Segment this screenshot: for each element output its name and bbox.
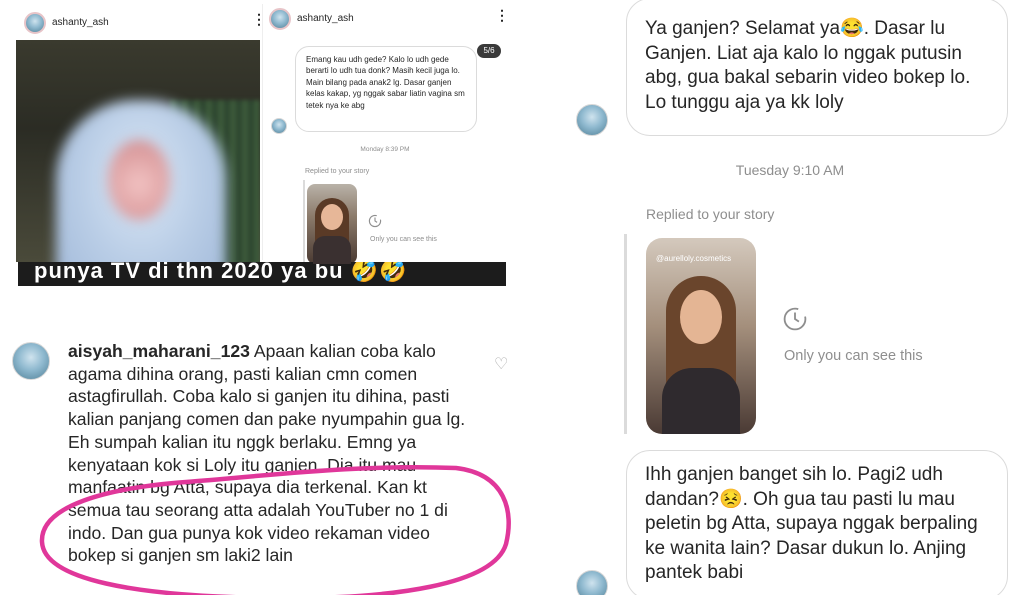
kebab-icon[interactable]: ⋮ [495,8,509,22]
avatar[interactable] [12,342,50,380]
avatar[interactable] [269,8,291,30]
comment-username[interactable]: aisyah_maharani_123 [68,341,250,361]
comment-item: aisyah_maharani_123 Apaan kalian coba ka… [8,336,508,591]
message-bubble: Emang kau udh gede? Kalo lo udh gede ber… [295,46,477,132]
clock-icon [368,214,382,228]
story-thumbnail[interactable]: @aurelloly.cosmetics [646,238,756,434]
only-you-label: Only you can see this [784,348,923,364]
story-thumbnail[interactable] [307,184,357,264]
replied-label: Replied to your story [646,206,775,222]
dm-thread-panel: Ya ganjen? Selamat ya😂. Dasar lu Ganjen.… [556,0,1024,595]
heart-icon[interactable]: ♡ [494,354,508,374]
message-timestamp: Monday 8:39 PM [360,146,410,153]
reply-bar [624,234,627,434]
replied-label: Replied to your story [305,168,370,175]
message-timestamp: Tuesday 9:10 AM [735,162,845,178]
comment-text: Apaan kalian coba kalo agama dihina oran… [68,341,466,566]
reply-bar [303,180,305,264]
story-tag: @aurelloly.cosmetics [656,254,732,263]
username[interactable]: ashanty_ash [297,13,354,24]
message-bubble: Ya ganjen? Selamat ya😂. Dasar lu Ganjen.… [626,0,1008,136]
page-counter-badge: 5/6 [477,44,501,58]
top-left-post-header: ashanty_ash ⋮ [16,8,266,38]
blurred-post-photo [16,40,260,262]
caption-banner: punya TV di thn 2020 ya bu 🤣🤣 [18,262,506,286]
dm-screenshot-card: ashanty_ash ⋮ 5/6 Emang kau udh gede? Ka… [262,4,509,264]
caption-text: punya TV di thn 2020 ya bu 🤣🤣 [34,262,408,283]
sender-avatar[interactable] [271,118,287,134]
comment-body: aisyah_maharani_123 Apaan kalian coba ka… [68,340,480,567]
clock-icon [783,307,807,331]
sender-avatar[interactable] [576,104,608,136]
avatar[interactable] [24,12,46,34]
message-bubble: Ihh ganjen banget sih lo. Pagi2 udh dand… [626,450,1008,595]
username[interactable]: ashanty_ash [52,17,109,28]
sender-avatar[interactable] [576,570,608,595]
only-you-label: Only you can see this [370,236,437,243]
